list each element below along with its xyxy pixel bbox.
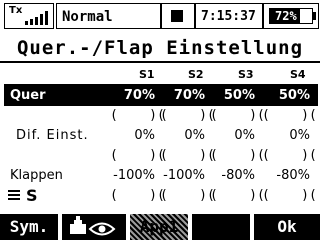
battery-percent: 72%	[275, 9, 297, 23]
value-dif-s4[interactable]: 0%	[260, 128, 310, 143]
transmitter-signal: Tx	[4, 3, 54, 29]
switch-label[interactable]: S	[26, 186, 38, 205]
value-quer-s1[interactable]: 70%	[105, 88, 155, 103]
title-divider	[0, 61, 320, 63]
column-header-s2: S2	[188, 68, 204, 81]
value-quer-s3[interactable]: 50%	[205, 88, 255, 103]
offset-parens-klappen-1[interactable]: ( )(	[110, 188, 165, 203]
row-label-klappen[interactable]: Klappen	[10, 168, 63, 183]
value-klappen-s1[interactable]: -100%	[105, 168, 155, 183]
tx-label: Tx	[9, 5, 23, 16]
offset-parens-quer-1[interactable]: ( )(	[110, 108, 165, 123]
offset-parens-dif-2[interactable]: ( )(	[160, 148, 215, 163]
servo-eye-icon	[70, 216, 116, 236]
status-bar: Tx Normal 7:15:37 72%	[0, 0, 320, 31]
ok-button-label: Ok	[277, 217, 297, 236]
app1-button-label: App1	[139, 217, 179, 236]
signal-bar-2-icon	[30, 19, 33, 25]
square-icon	[171, 10, 183, 22]
row-label-quer[interactable]: Quer	[10, 88, 46, 103]
offset-parens-quer-2[interactable]: ( )(	[160, 108, 215, 123]
app1-button[interactable]: App1	[130, 214, 188, 240]
model-name-field[interactable]: Normal	[56, 3, 161, 29]
value-klappen-s3[interactable]: -80%	[205, 168, 255, 183]
offset-parens-quer-3[interactable]: ( )(	[210, 108, 265, 123]
offset-parens-dif-4[interactable]: ( )(	[262, 148, 317, 163]
signal-bar-4-icon	[40, 14, 43, 25]
battery-icon: 72%	[269, 8, 313, 24]
sym-button[interactable]: Sym.	[0, 214, 58, 240]
value-klappen-s2[interactable]: -100%	[155, 168, 205, 183]
column-header-s4: S4	[290, 68, 306, 81]
battery-indicator: 72%	[263, 3, 319, 29]
softkey-bar: Sym. App1 Ok	[0, 214, 320, 240]
servo-monitor-button[interactable]	[62, 214, 126, 240]
flight-mode-indicator	[161, 3, 195, 29]
offset-parens-dif-3[interactable]: ( )(	[210, 148, 265, 163]
clock: 7:15:37	[195, 3, 263, 29]
offset-parens-klappen-3[interactable]: ( )(	[210, 188, 265, 203]
row-label-dif-einst[interactable]: Dif. Einst.	[16, 128, 89, 143]
value-quer-s4[interactable]: 50%	[260, 88, 310, 103]
battery-tip	[313, 12, 316, 20]
switch-lines-icon	[8, 190, 24, 202]
signal-bar-1-icon	[25, 21, 28, 25]
clock-time: 7:15:37	[201, 9, 256, 24]
offset-parens-klappen-4[interactable]: ( )(	[262, 188, 317, 203]
column-header-s3: S3	[238, 68, 254, 81]
value-quer-s2[interactable]: 70%	[155, 88, 205, 103]
offset-parens-dif-1[interactable]: ( )(	[110, 148, 165, 163]
value-dif-s1[interactable]: 0%	[105, 128, 155, 143]
screen: Tx Normal 7:15:37 72% Quer.-/Flap Einste…	[0, 0, 320, 240]
page-title: Quer.-/Flap Einstellung	[16, 37, 304, 59]
value-dif-s2[interactable]: 0%	[155, 128, 205, 143]
signal-bar-5-icon	[45, 11, 48, 25]
empty-softkey[interactable]	[192, 214, 250, 240]
signal-bar-3-icon	[35, 17, 38, 25]
column-header-s1: S1	[139, 68, 155, 81]
ok-button[interactable]: Ok	[254, 214, 320, 240]
model-name: Normal	[62, 9, 113, 25]
offset-parens-klappen-2[interactable]: ( )(	[160, 188, 215, 203]
value-dif-s3[interactable]: 0%	[205, 128, 255, 143]
offset-parens-quer-4[interactable]: ( )(	[262, 108, 317, 123]
sym-button-label: Sym.	[9, 217, 49, 236]
value-klappen-s4[interactable]: -80%	[260, 168, 310, 183]
